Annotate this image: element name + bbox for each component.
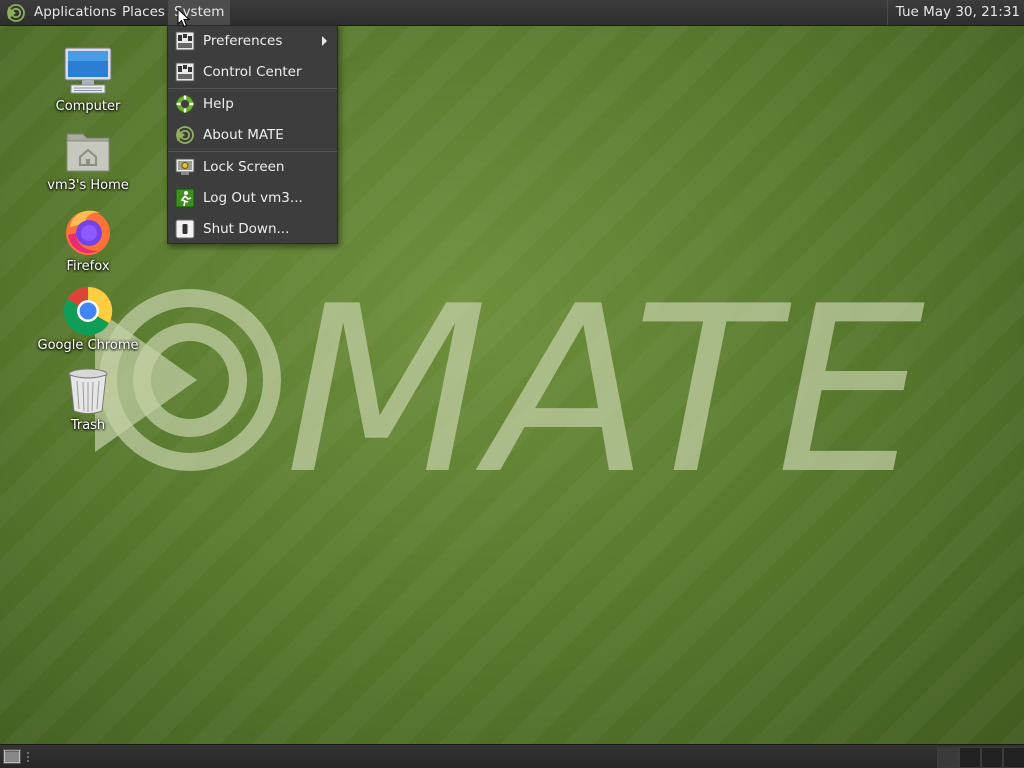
wallpaper-mate-text: MATE	[285, 280, 925, 480]
preferences-icon	[175, 31, 195, 51]
mate-logo-icon[interactable]	[6, 3, 26, 23]
desktop-icon-trash[interactable]: Trash	[33, 366, 143, 433]
workspace-4[interactable]	[1003, 747, 1024, 768]
help-icon	[176, 95, 194, 113]
mouse-cursor-icon	[177, 8, 191, 28]
workspace-2[interactable]	[959, 747, 981, 768]
desktop-icon-firefox[interactable]: Firefox	[33, 205, 143, 274]
desktop-icon-computer[interactable]: Computer	[33, 45, 143, 114]
menu-item-lock-screen[interactable]: Lock Screen	[168, 152, 337, 182]
desktop-icon-label: vm3's Home	[47, 178, 129, 193]
bottom-panel	[0, 744, 1024, 768]
desktop-icon-label: Firefox	[66, 259, 110, 274]
desktop-icon-home[interactable]: vm3's Home	[33, 126, 143, 193]
home-folder-icon	[66, 133, 110, 172]
control-center-icon	[175, 62, 195, 82]
menu-item-label: Shut Down...	[203, 221, 290, 237]
show-desktop-icon[interactable]	[3, 749, 21, 764]
menu-item-help[interactable]: Help	[168, 89, 337, 119]
desktop-icon-label: Google Chrome	[37, 338, 139, 353]
menu-item-label: Lock Screen	[203, 159, 285, 175]
places-menu[interactable]: Places	[116, 0, 171, 25]
menu-item-label: Log Out vm3...	[203, 190, 303, 206]
lock-screen-icon	[175, 158, 195, 175]
desktop-icon-label: Computer	[55, 99, 121, 114]
mate-logo-icon	[176, 126, 194, 144]
top-panel: Applications Places System Tue May 30, 2…	[0, 0, 1024, 26]
mate-wallpaper-logo: MATE	[95, 280, 925, 480]
trash-icon	[68, 368, 108, 414]
system-dropdown-menu: Preferences Control Center Help About MA…	[167, 25, 338, 244]
menu-item-preferences[interactable]: Preferences	[168, 26, 337, 56]
desktop-icon-chrome[interactable]: Google Chrome	[33, 286, 143, 353]
menu-item-label: About MATE	[203, 127, 284, 143]
menu-item-control-center[interactable]: Control Center	[168, 57, 337, 87]
desktop-background: MATE Computer vm3's Home Firefox Google …	[0, 0, 1024, 768]
submenu-arrow-icon	[322, 36, 327, 46]
workspace-1[interactable]	[937, 747, 959, 768]
menu-item-log-out[interactable]: Log Out vm3...	[168, 183, 337, 213]
workspace-3[interactable]	[981, 747, 1003, 768]
menu-item-label: Help	[203, 96, 234, 112]
desktop-icon-label: Trash	[70, 418, 106, 433]
menu-item-label: Control Center	[203, 64, 302, 80]
menu-item-about-mate[interactable]: About MATE	[168, 120, 337, 150]
panel-clock[interactable]: Tue May 30, 21:31	[886, 0, 1024, 25]
shut-down-icon	[175, 219, 195, 239]
firefox-icon	[66, 210, 110, 255]
chrome-icon	[63, 286, 113, 336]
computer-icon	[64, 47, 112, 94]
applications-menu[interactable]: Applications	[28, 0, 122, 25]
panel-handle[interactable]	[26, 751, 30, 763]
menu-item-label: Preferences	[203, 33, 283, 49]
menu-item-shut-down[interactable]: Shut Down...	[168, 214, 337, 244]
log-out-icon	[175, 188, 195, 208]
